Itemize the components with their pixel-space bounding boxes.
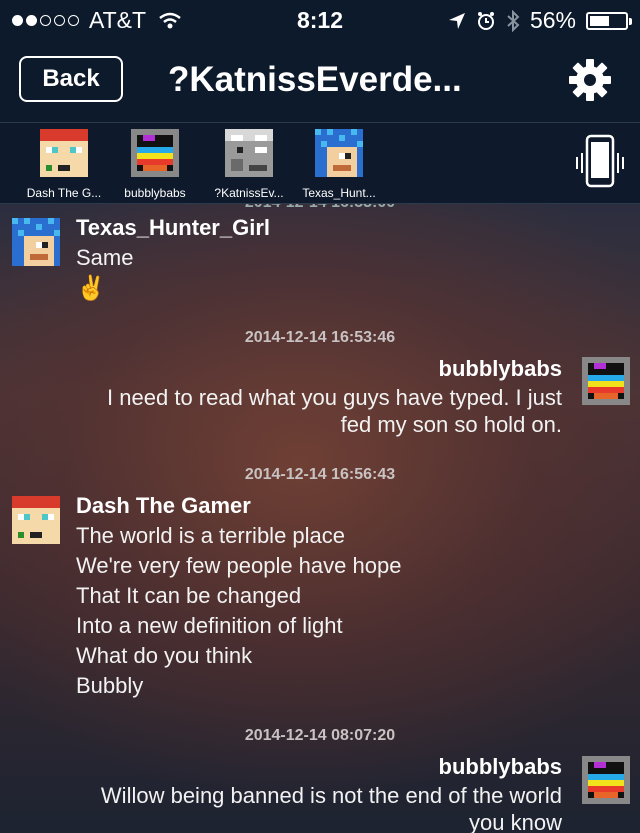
participant-dash[interactable]: Dash The G... [16,129,112,200]
back-button[interactable]: Back [19,56,123,102]
red-hat-avatar-icon [40,129,88,177]
alarm-clock-icon [477,11,494,30]
chat-area[interactable]: 2014-12-14 16:53:00 Texas_Hunter_Girl Sa… [0,204,640,833]
message-line: What do you think [76,643,253,668]
battery-icon [586,11,632,30]
message-line: Into a new definition of light [76,613,343,638]
faded-timestamp: 2014-12-14 16:53:00 [0,204,640,212]
victory-hand-emoji: ✌ [76,275,106,302]
rainbow-avatar-icon [131,129,179,177]
page-title: ?KatnissEverde... [168,60,462,99]
message-sender: Dash The Gamer [76,493,251,518]
location-arrow-icon [448,12,465,29]
participant-katniss[interactable]: ?KatnissEv... [201,129,297,200]
bluetooth-icon [507,9,520,32]
message-line: The world is a terrible place [76,523,346,548]
participants-strip: Dash The G... bubblybabs ?KatnissEv... T… [0,123,640,204]
rainbow-avatar-icon[interactable] [582,756,630,804]
message-line: That It can be changed [76,583,302,608]
message-timestamp: 2014-12-14 16:56:43 [244,466,396,483]
settings-gear-icon[interactable] [566,56,614,104]
navigation-bar: Back ?KatnissEverde... [0,40,640,123]
participant-name: Dash The G... [26,186,102,200]
message-line: We're very few people have hope [76,553,402,578]
participant-name: ?KatnissEv... [214,186,284,200]
message-line: Bubbly [76,673,144,698]
participant-name: bubblybabs [124,186,186,200]
message-timestamp: 2014-12-14 16:53:46 [244,329,396,346]
message-sender: Texas_Hunter_Girl [76,215,271,240]
message-line: you know [469,810,562,833]
message-line: Willow being banned is not the end of th… [100,783,562,808]
blue-avatar-icon [315,129,363,177]
rainbow-avatar-icon[interactable] [582,357,630,405]
message-line: Same [76,245,134,270]
message-line: fed my son so hold on. [340,412,562,437]
participant-name: Texas_Hunt... [302,186,376,200]
vibrate-phone-icon[interactable] [574,133,626,193]
message-timestamp: 2014-12-14 08:07:20 [244,727,396,744]
message-sender: bubblybabs [438,754,562,779]
participant-bubblybabs[interactable]: bubblybabs [107,129,203,200]
participant-texas[interactable]: Texas_Hunt... [291,129,387,200]
message-line: I need to read what you guys have typed.… [107,385,562,410]
red-hat-avatar-icon[interactable] [12,496,60,544]
message-sender: bubblybabs [438,356,562,381]
status-bar: AT&T 8:12 56% [0,0,640,40]
battery-percent: 56% [529,7,576,33]
blue-avatar-icon[interactable] [12,218,60,266]
status-right-group: 56% [448,7,632,34]
grey-avatar-icon [225,129,273,177]
